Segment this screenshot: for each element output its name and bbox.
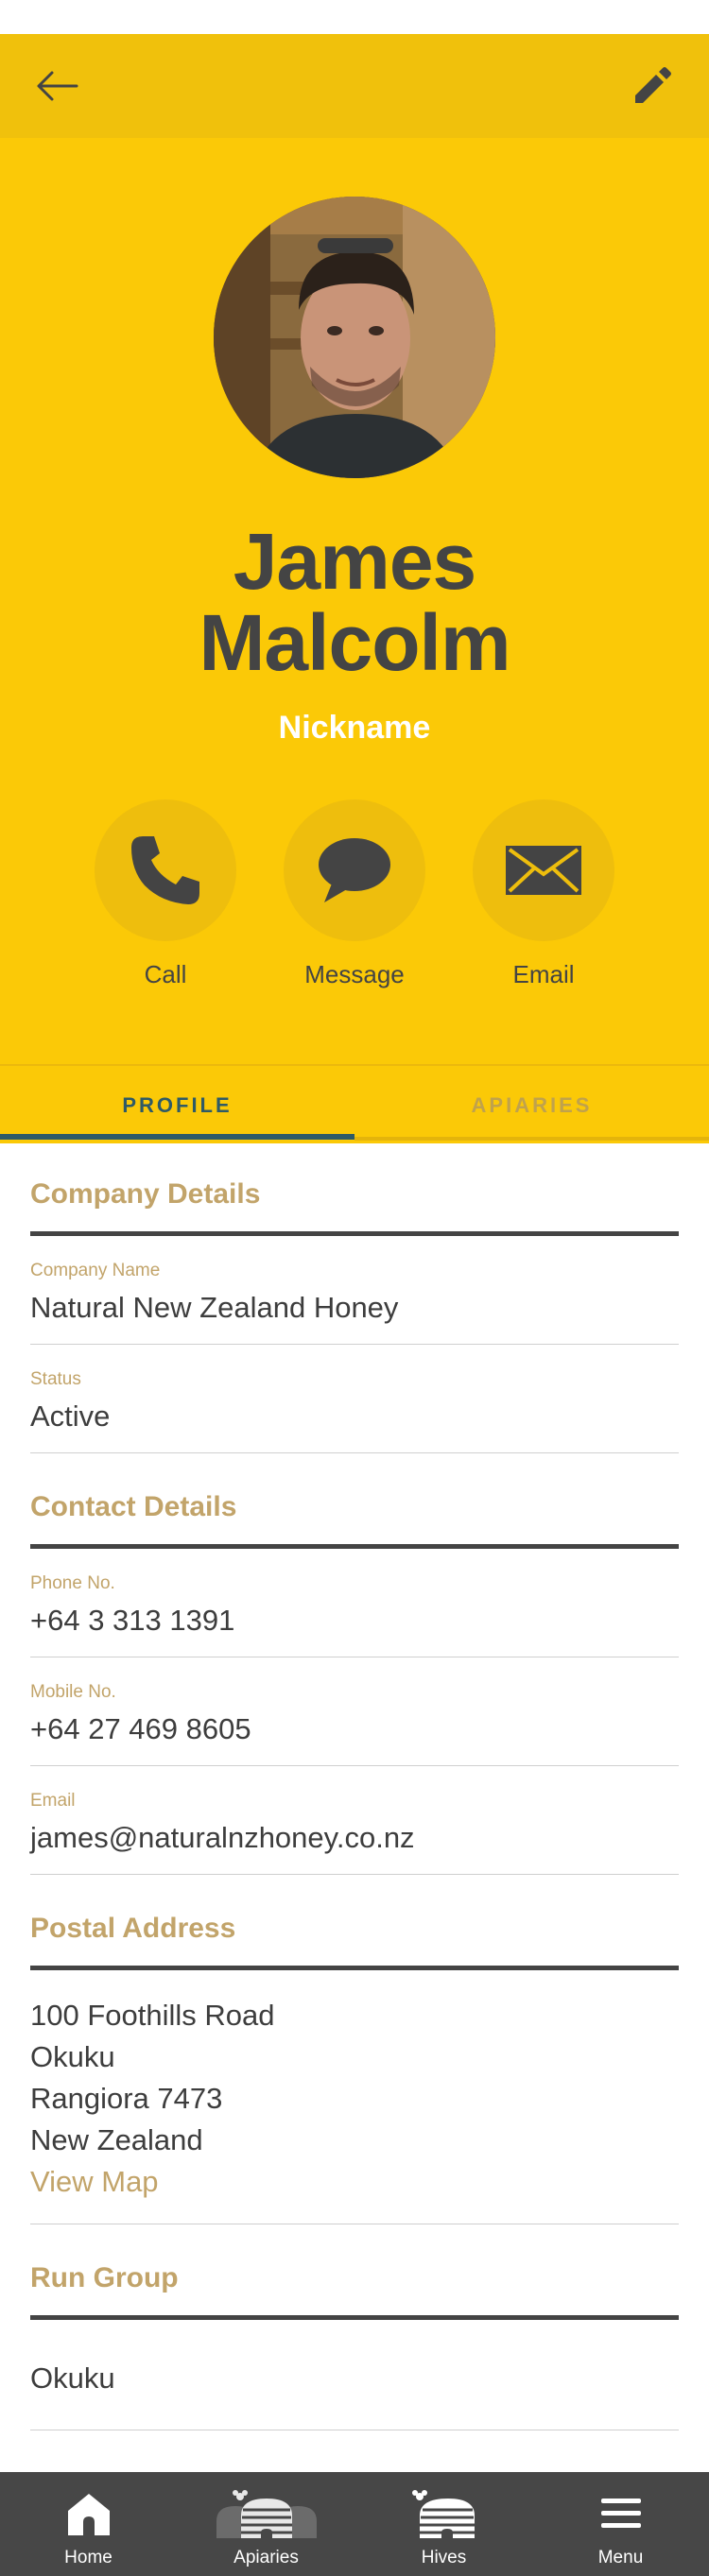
tab-apiaries[interactable]: APIARIES: [354, 1066, 709, 1145]
section-title-run-group: Run Group: [30, 2224, 679, 2320]
phone-icon: [131, 836, 199, 904]
email-field[interactable]: Email james@naturalnzhoney.co.nz: [30, 1766, 679, 1875]
company-name-field: Company Name Natural New Zealand Honey: [30, 1236, 679, 1345]
address-line: New Zealand: [30, 2123, 203, 2156]
message-button[interactable]: Message: [284, 799, 425, 989]
email-button[interactable]: Email: [473, 799, 614, 989]
nav-label: Hives: [421, 2548, 467, 2567]
active-tab-indicator: [0, 1134, 354, 1140]
address-line: Okuku: [30, 2040, 115, 2073]
hamburger-menu-icon: [600, 2499, 641, 2528]
field-label: Company Name: [30, 1261, 161, 1280]
nav-label: Menu: [597, 2548, 644, 2567]
arrow-left-icon: [37, 71, 78, 101]
apiaries-icon: [216, 2490, 317, 2538]
nav-home[interactable]: Home: [0, 2472, 177, 2576]
nav-label: Apiaries: [233, 2548, 299, 2567]
call-button[interactable]: Call: [95, 799, 236, 989]
envelope-icon: [506, 846, 581, 895]
company-name-value: Natural New Zealand Honey: [30, 1291, 399, 1324]
contact-first-name: James: [233, 517, 477, 606]
nickname: Nickname: [278, 710, 431, 746]
profile-header: James Malcolm Nickname Call Message Emai…: [0, 138, 709, 1064]
field-label: Mobile No.: [30, 1682, 116, 1702]
call-circle[interactable]: [95, 799, 236, 941]
field-label: Email: [30, 1791, 76, 1811]
hive-icon: [411, 2490, 475, 2538]
address-line: 100 Foothills Road: [30, 1999, 275, 2032]
tab-bar: PROFILE APIARIES: [0, 1064, 709, 1143]
home-icon: [67, 2494, 110, 2535]
top-app-bar: [0, 34, 709, 138]
phone-value[interactable]: +64 3 313 1391: [30, 1604, 679, 1638]
chat-bubble-icon: [319, 838, 390, 902]
back-button[interactable]: [28, 62, 85, 110]
run-group-value: Okuku: [30, 2320, 679, 2430]
section-title-contact: Contact Details: [30, 1453, 679, 1549]
status-bar: [0, 0, 709, 34]
nav-hives[interactable]: Hives: [355, 2472, 532, 2576]
pencil-icon: [635, 67, 671, 103]
contact-name: James Malcolm: [0, 521, 709, 683]
address-line: Rangiora 7473: [30, 2082, 223, 2115]
field-label: Phone No.: [30, 1573, 115, 1593]
bottom-navigation: Home Apiaries Hives Menu: [0, 2472, 709, 2576]
field-label: Status: [30, 1369, 81, 1389]
nav-label: Home: [64, 2548, 112, 2567]
postal-address: 100 Foothills Road Okuku Rangiora 7473 N…: [30, 1970, 679, 2224]
avatar: [214, 197, 495, 478]
email-circle[interactable]: [473, 799, 614, 941]
nav-apiaries[interactable]: Apiaries: [178, 2472, 354, 2576]
message-label: Message: [304, 960, 405, 988]
email-label: Email: [512, 960, 575, 988]
profile-content: Company Details Company Name Natural New…: [30, 1141, 679, 2430]
email-value[interactable]: james@naturalnzhoney.co.nz: [30, 1821, 679, 1855]
view-map-link[interactable]: View Map: [30, 2161, 679, 2203]
edit-button[interactable]: [624, 62, 681, 110]
phone-field[interactable]: Phone No. +64 3 313 1391: [30, 1549, 679, 1657]
status-field: Status Active: [30, 1345, 679, 1453]
contact-last-name: Malcolm: [199, 598, 510, 687]
status-value: Active: [30, 1400, 111, 1433]
message-circle[interactable]: [284, 799, 425, 941]
mobile-value[interactable]: +64 27 469 8605: [30, 1712, 679, 1746]
mobile-field[interactable]: Mobile No. +64 27 469 8605: [30, 1657, 679, 1766]
section-title-company: Company Details: [30, 1141, 679, 1236]
nav-menu[interactable]: Menu: [532, 2472, 709, 2576]
section-title-postal: Postal Address: [30, 1875, 679, 1970]
call-label: Call: [144, 960, 187, 988]
